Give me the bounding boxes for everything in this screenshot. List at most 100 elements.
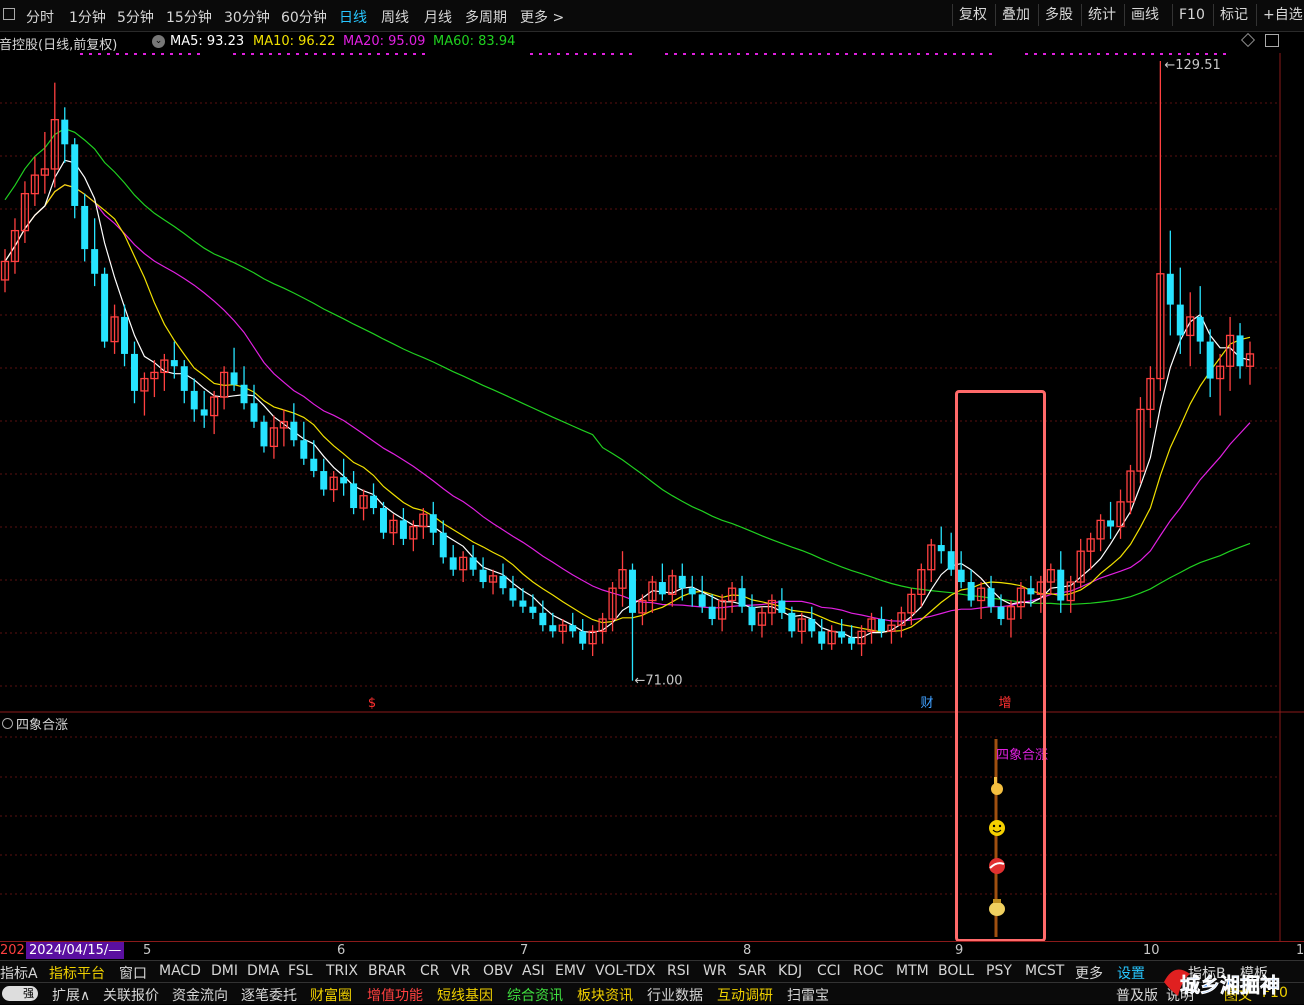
candle[interactable] — [588, 625, 597, 657]
candle[interactable] — [350, 471, 358, 515]
tab-rsi[interactable]: RSI — [667, 963, 690, 979]
tab-vr[interactable]: VR — [451, 963, 470, 979]
tab-kdj[interactable]: KDJ — [778, 963, 802, 979]
candle[interactable] — [269, 415, 279, 459]
candle[interactable] — [340, 458, 348, 496]
add-watchlist-button[interactable]: +自选 — [1256, 4, 1304, 26]
diamond-icon[interactable] — [1240, 32, 1256, 48]
tab-mine-sweeper[interactable]: 扫雷宝 — [787, 985, 829, 1005]
candle[interactable] — [788, 606, 796, 638]
candle[interactable] — [1245, 341, 1255, 385]
candle[interactable] — [429, 501, 437, 546]
tab-obv[interactable]: OBV — [483, 963, 513, 979]
candle[interactable] — [101, 267, 109, 348]
tab-30min[interactable]: 30分钟 — [224, 7, 270, 27]
candle[interactable] — [359, 489, 368, 521]
tab-boll[interactable]: BOLL — [938, 963, 974, 979]
tab-window[interactable]: 窗口 — [119, 963, 147, 983]
candle[interactable] — [668, 569, 677, 607]
candle[interactable] — [757, 606, 767, 638]
candle[interactable] — [579, 619, 587, 650]
candle[interactable] — [1166, 230, 1174, 336]
tab-sar[interactable]: SAR — [738, 963, 766, 979]
candle[interactable] — [1107, 501, 1115, 539]
candle[interactable] — [927, 538, 936, 583]
candle[interactable] — [81, 193, 89, 262]
candle[interactable] — [419, 508, 428, 539]
candle[interactable] — [1136, 397, 1145, 484]
candle[interactable] — [838, 619, 846, 644]
candle[interactable] — [1176, 267, 1184, 354]
multi-stock-button[interactable]: 多股 — [1038, 4, 1079, 26]
candle[interactable] — [329, 471, 338, 502]
tab-brar[interactable]: BRAR — [368, 963, 406, 979]
candle[interactable] — [150, 360, 159, 398]
tab-sector-news[interactable]: 板块资讯 — [577, 985, 633, 1005]
mark-button[interactable]: 标记 — [1213, 4, 1254, 26]
candle[interactable] — [1186, 292, 1195, 367]
tab-wr[interactable]: WR — [703, 963, 727, 979]
candle[interactable] — [110, 304, 119, 354]
candle[interactable] — [648, 575, 657, 613]
candle[interactable] — [618, 551, 627, 607]
f10-button[interactable]: F10 — [1172, 4, 1211, 26]
tab-fsl[interactable]: FSL — [288, 963, 313, 979]
candle[interactable] — [808, 606, 816, 638]
candle[interactable] — [1236, 323, 1244, 379]
tab-fenshi[interactable]: 分时 — [26, 7, 54, 27]
candle[interactable] — [190, 378, 198, 422]
candle[interactable] — [180, 360, 188, 404]
candle[interactable] — [91, 218, 99, 287]
tab-dmi[interactable]: DMI — [211, 963, 238, 979]
tab-expand[interactable]: 扩展∧ — [52, 985, 90, 1005]
tab-multi-period[interactable]: 多周期 — [465, 7, 507, 27]
tab-industry-data[interactable]: 行业数据 — [647, 985, 703, 1005]
candle[interactable] — [479, 557, 487, 589]
selected-date[interactable]: 2024/04/15/— — [26, 942, 125, 959]
tab-emv[interactable]: EMV — [555, 963, 586, 979]
candle[interactable] — [230, 347, 238, 391]
candle[interactable] — [688, 575, 696, 607]
candle[interactable] — [818, 619, 826, 650]
candle[interactable] — [887, 619, 896, 644]
square-icon[interactable] — [3, 8, 15, 20]
tab-more-indicators[interactable]: 更多 — [1075, 963, 1103, 983]
candle[interactable] — [1146, 366, 1155, 428]
draw-line-button[interactable]: 画线 — [1124, 4, 1165, 26]
chevron-down-icon[interactable]: ⌄ — [152, 35, 165, 48]
candle[interactable] — [767, 594, 777, 626]
tab-15min[interactable]: 15分钟 — [166, 7, 212, 27]
tab-asi[interactable]: ASI — [522, 963, 545, 979]
candle[interactable] — [459, 551, 468, 583]
candle[interactable] — [399, 508, 407, 546]
candle[interactable] — [797, 612, 806, 644]
tab-mtm[interactable]: MTM — [896, 963, 929, 979]
candle[interactable] — [529, 594, 537, 620]
tab-wealth-circle[interactable]: 财富圈 — [310, 985, 352, 1005]
candle[interactable] — [717, 594, 727, 632]
candle[interactable] — [310, 440, 318, 478]
tab-psy[interactable]: PSY — [986, 963, 1012, 979]
candlestick-chart[interactable]: ←129.51←71.00$ 财增 — [0, 53, 1304, 713]
candle[interactable] — [240, 366, 248, 410]
candle[interactable] — [200, 390, 208, 428]
candle[interactable] — [917, 563, 926, 607]
candle[interactable] — [1225, 316, 1235, 391]
tab-mcst[interactable]: MCST — [1025, 963, 1064, 979]
candle[interactable] — [738, 575, 746, 613]
candle[interactable] — [1096, 514, 1105, 552]
tab-cr[interactable]: CR — [420, 963, 440, 979]
candle[interactable] — [1206, 329, 1214, 398]
candle[interactable] — [827, 625, 836, 650]
tab-value-added[interactable]: 增值功能 — [367, 985, 423, 1005]
candle[interactable] — [727, 582, 737, 613]
candle[interactable] — [937, 526, 945, 564]
tab-trix[interactable]: TRIX — [326, 963, 358, 979]
candle[interactable] — [708, 594, 716, 626]
candle[interactable] — [160, 353, 169, 391]
candle[interactable] — [469, 545, 477, 576]
candle[interactable] — [0, 249, 10, 293]
candle[interactable] — [40, 131, 49, 194]
tab-cci[interactable]: CCI — [817, 963, 841, 979]
tab-general-news[interactable]: 综合资讯 — [507, 985, 563, 1005]
